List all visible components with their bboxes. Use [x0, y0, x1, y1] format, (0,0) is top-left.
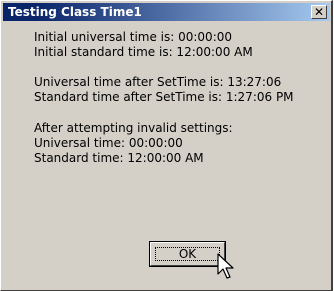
window-title: Testing Class Time1 [8, 5, 142, 19]
message-line-initial-standard: Initial standard time is: 12:00:00 AM [34, 45, 253, 59]
message-line-invalid-universal: Universal time: 00:00:00 [34, 136, 183, 150]
close-button[interactable]: ✕ [311, 5, 327, 19]
message-line-invalid-standard: Standard time: 12:00:00 AM [34, 151, 204, 165]
mouse-pointer-icon [217, 253, 234, 279]
ok-button[interactable]: OK [149, 241, 226, 267]
close-icon: ✕ [313, 5, 325, 19]
message-line-initial-universal: Initial universal time is: 00:00:00 [34, 30, 232, 44]
message-dialog: Testing Class Time1 ✕ Initial universal … [0, 0, 333, 291]
message-line-settime-standard: Standard time after SetTime is: 1:27:06 … [34, 90, 294, 104]
focus-rectangle [155, 247, 220, 261]
message-line-settime-universal: Universal time after SetTime is: 13:27:0… [34, 75, 282, 89]
title-bar[interactable]: Testing Class Time1 ✕ [3, 3, 330, 21]
message-line-invalid-heading: After attempting invalid settings: [34, 121, 233, 135]
